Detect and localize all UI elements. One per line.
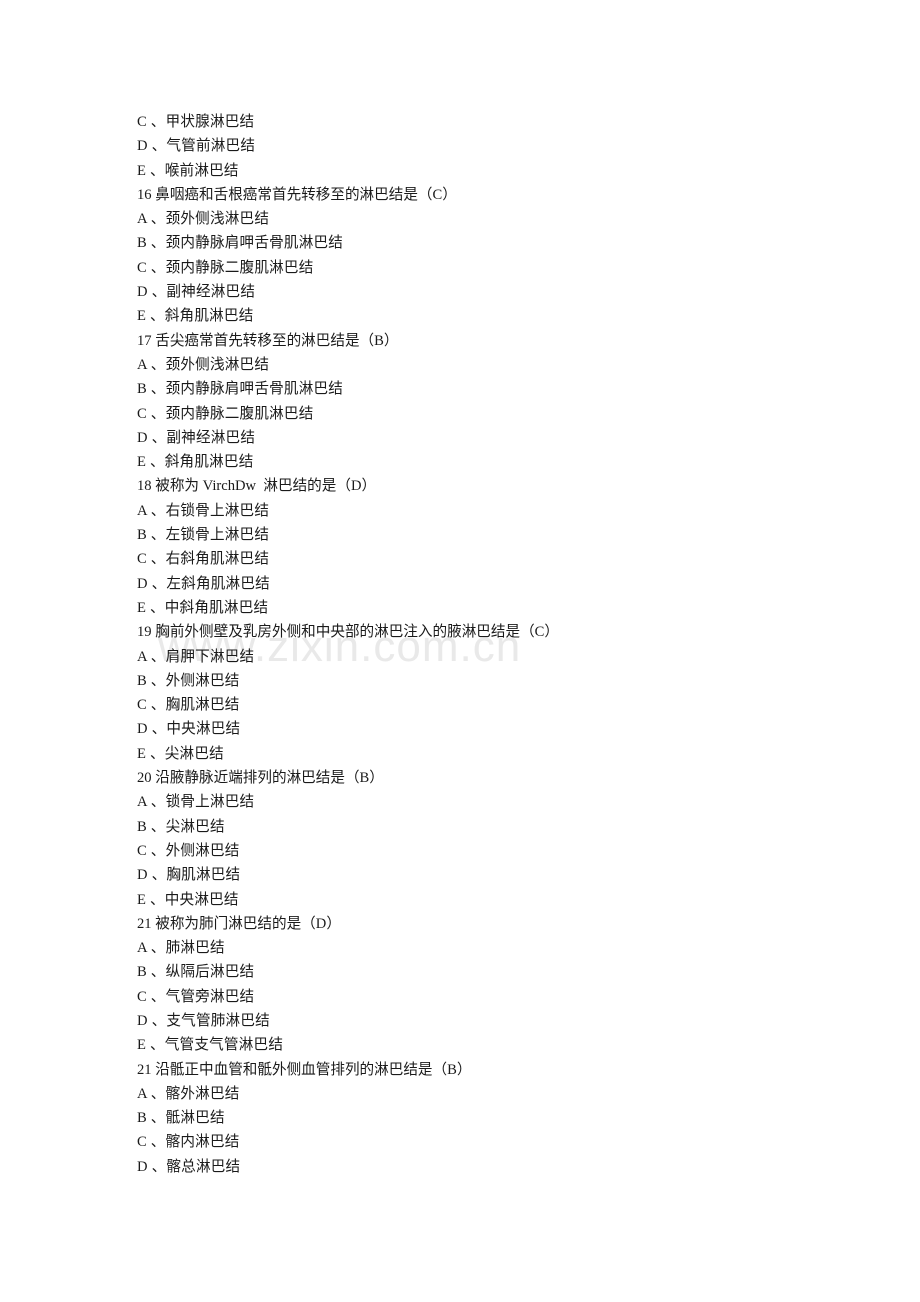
- option-line: E 、斜角肌淋巴结: [137, 308, 254, 325]
- option-line: D 、支气管肺淋巴结: [137, 1012, 270, 1029]
- option-line: B 、纵隔后淋巴结: [137, 964, 255, 981]
- question-line: 21 被称为肺门淋巴结的是（D）: [137, 915, 341, 932]
- option-line: C 、甲状腺淋巴结: [137, 114, 255, 130]
- option-line: A 、锁骨上淋巴结: [137, 794, 255, 811]
- option-line: A 、颈外侧浅淋巴结: [137, 211, 270, 228]
- question-line: 18 被称为 VirchDw 淋巴结的是（D）: [137, 478, 377, 495]
- option-line: B 、颈内静脉肩呷舌骨肌淋巴结: [137, 235, 344, 252]
- option-line: C 、颈内静脉二腹肌淋巴结: [137, 259, 314, 276]
- option-line: C 、右斜角肌淋巴结: [137, 551, 270, 568]
- question-line: 20 沿腋静脉近端排列的淋巴结是（B）: [137, 770, 384, 787]
- option-line: D 、髂总淋巴结: [137, 1158, 241, 1175]
- option-line: E 、斜角肌淋巴结: [137, 454, 254, 471]
- option-line: C 、气管旁淋巴结: [137, 988, 255, 1005]
- option-line: B 、颈内静脉肩呷舌骨肌淋巴结: [137, 381, 344, 398]
- option-line: B 、尖淋巴结: [137, 818, 225, 835]
- document-text-body: C 、甲状腺淋巴结 D 、气管前淋巴结 E 、喉前淋巴结 16 鼻咽癌和舌根癌常…: [137, 110, 837, 1179]
- question-line: 19 胸前外侧壁及乳房外侧和中央部的淋巴注入的腋淋巴结是（C）: [137, 624, 560, 641]
- option-line: C 、胸肌淋巴结: [137, 697, 240, 714]
- option-line: E 、尖淋巴结: [137, 745, 224, 762]
- option-line: B 、骶淋巴结: [137, 1110, 225, 1127]
- option-line: E 、气管支气管淋巴结: [137, 1037, 284, 1054]
- option-line: A 、肺淋巴结: [137, 940, 225, 957]
- option-line: D 、副神经淋巴结: [137, 284, 256, 301]
- option-line: B 、外侧淋巴结: [137, 672, 240, 689]
- option-line: E 、中央淋巴结: [137, 891, 239, 908]
- question-line: 16 鼻咽癌和舌根癌常首先转移至的淋巴结是（C）: [137, 186, 457, 203]
- option-line: D 、中央淋巴结: [137, 721, 241, 738]
- document-page: www.zixin.com.cn C 、甲状腺淋巴结 D 、气管前淋巴结 E 、…: [0, 0, 920, 1302]
- option-line: D 、气管前淋巴结: [137, 138, 256, 155]
- option-line: D 、左斜角肌淋巴结: [137, 575, 270, 592]
- option-line: C 、颈内静脉二腹肌淋巴结: [137, 405, 314, 422]
- option-line: D 、副神经淋巴结: [137, 429, 256, 446]
- option-line: A 、颈外侧浅淋巴结: [137, 356, 270, 373]
- question-line: 17 舌尖癌常首先转移至的淋巴结是（B）: [137, 332, 399, 349]
- option-line: A 、髂外淋巴结: [137, 1085, 240, 1102]
- option-line: E 、喉前淋巴结: [137, 162, 239, 179]
- option-line: B 、左锁骨上淋巴结: [137, 527, 270, 544]
- option-line: E 、中斜角肌淋巴结: [137, 599, 269, 616]
- option-line: A 、肩胛下淋巴结: [137, 648, 255, 665]
- option-line: C 、髂内淋巴结: [137, 1134, 240, 1151]
- question-line: 21 沿骶正中血管和骶外侧血管排列的淋巴结是（B）: [137, 1061, 472, 1078]
- option-line: D 、胸肌淋巴结: [137, 867, 241, 884]
- option-line: A 、右锁骨上淋巴结: [137, 502, 270, 519]
- option-line: C 、外侧淋巴结: [137, 842, 240, 859]
